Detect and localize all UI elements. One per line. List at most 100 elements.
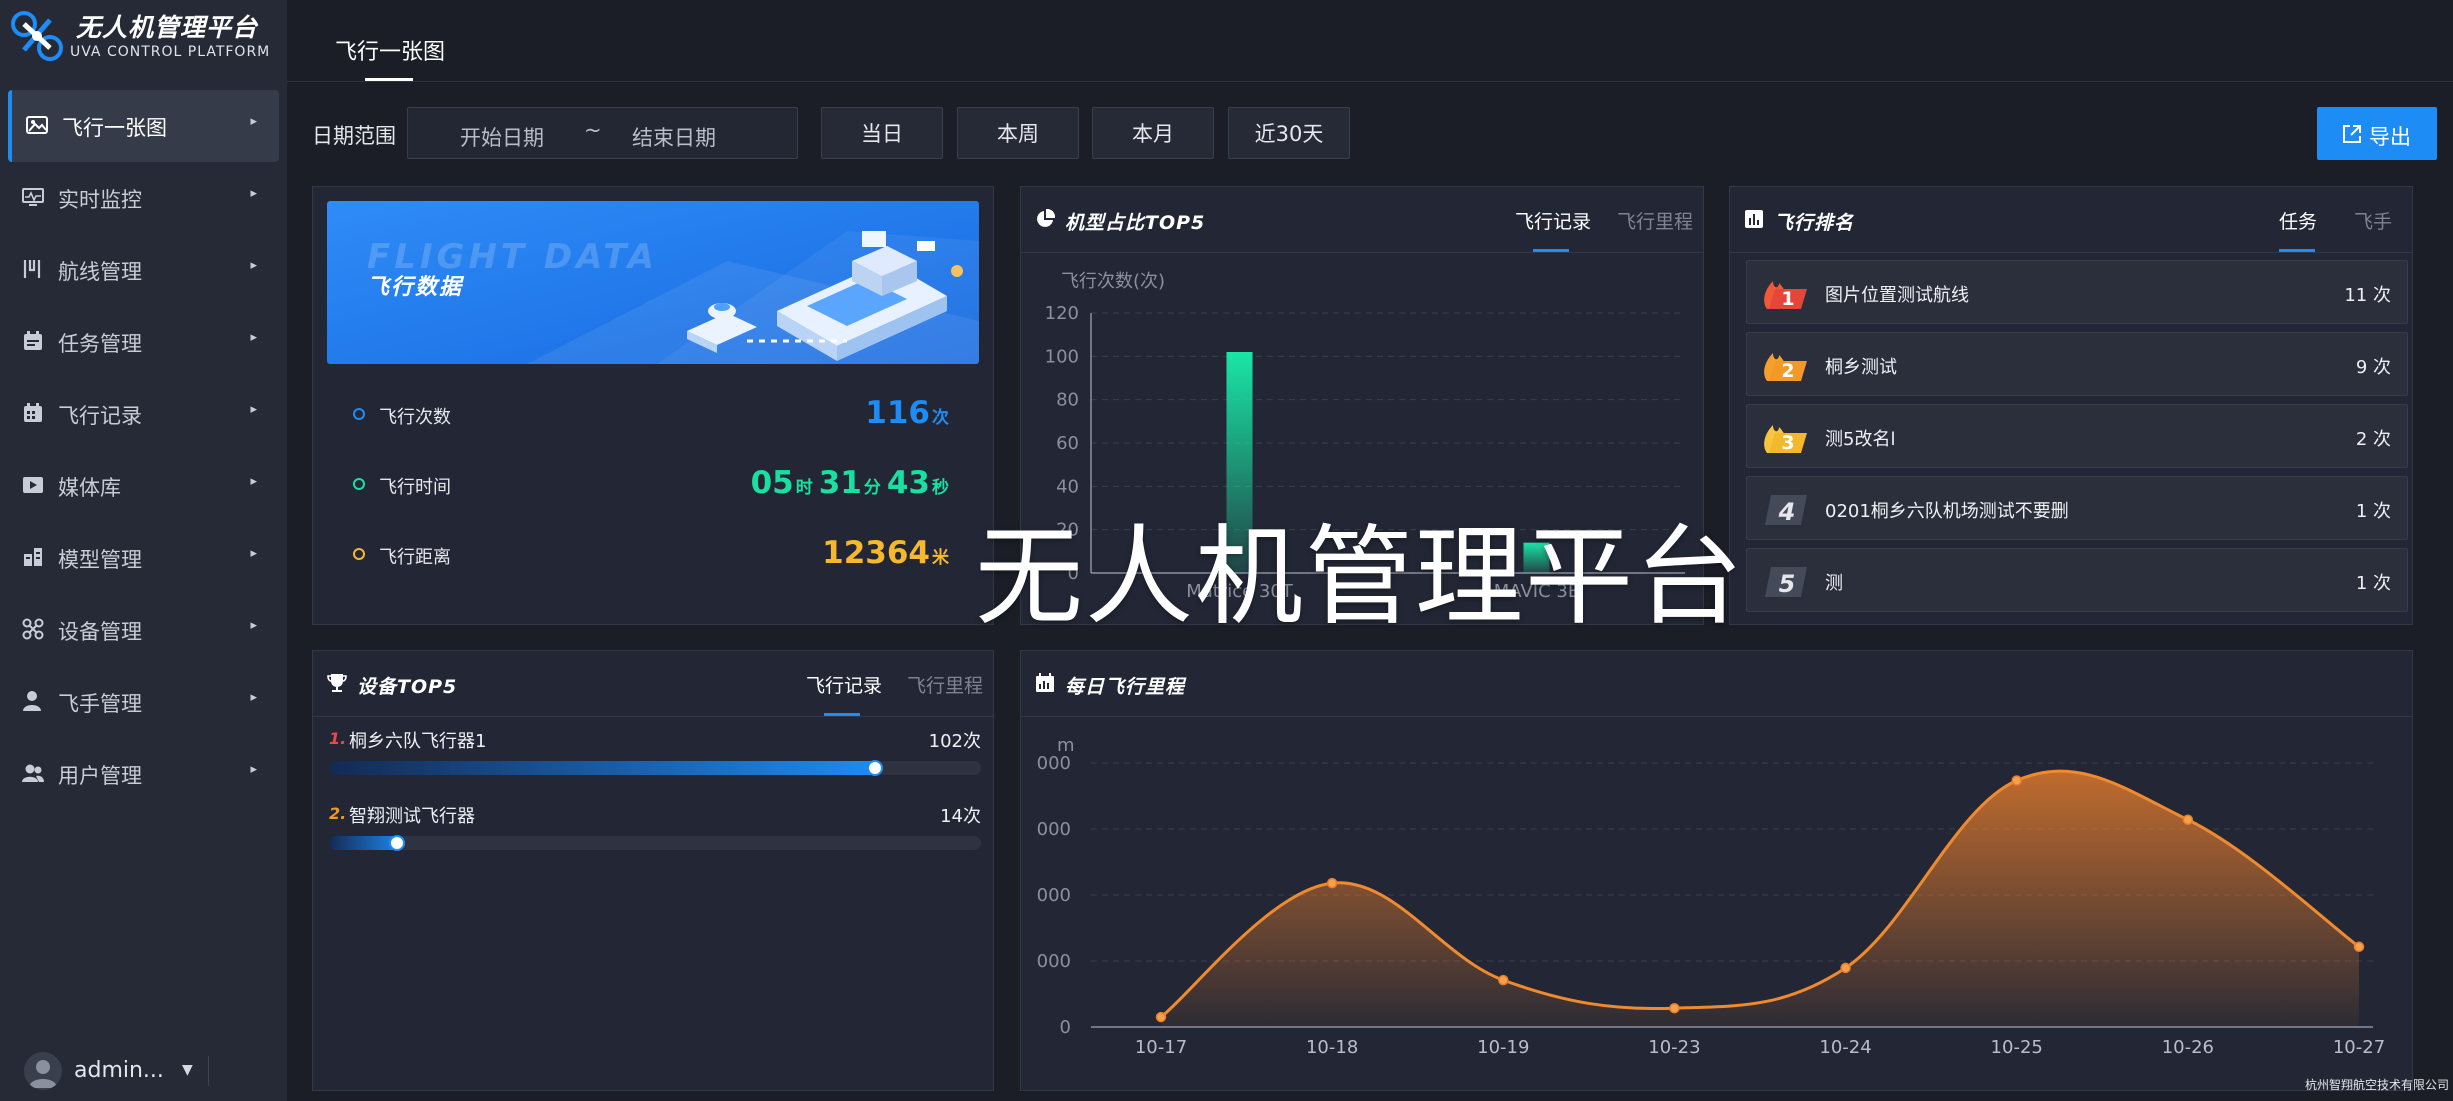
rank-row-3[interactable]: 3 测5改名l 2 次 — [1746, 404, 2408, 468]
sidebar-item-route-management[interactable]: 航线管理 ▸ — [0, 234, 287, 306]
sidebar-item-pilot-management[interactable]: 飞手管理 ▸ — [0, 666, 287, 738]
chevron-right-icon: ▸ — [250, 402, 257, 417]
chevron-right-icon: ▸ — [250, 258, 257, 273]
pilot-icon — [23, 691, 41, 711]
sidebar-item-realtime-monitor[interactable]: 实时监控 ▸ — [0, 162, 287, 234]
svg-text:2: 2 — [1781, 360, 1794, 382]
y-tick-label: 80 — [1056, 390, 1079, 411]
x-tick-label: 10-25 — [1991, 1037, 2043, 1058]
area-fill — [1161, 771, 2359, 1027]
user-avatar-icon — [29, 1060, 57, 1088]
x-tick-label: 10-18 — [1306, 1037, 1358, 1058]
x-tick-label: 10-17 — [1135, 1037, 1187, 1058]
chevron-right-icon: ▸ — [250, 474, 257, 489]
rank-count: 2 次 — [2355, 429, 2391, 450]
device-row-2[interactable]: 2. 智翔测试飞行器 14次 — [329, 798, 981, 858]
x-tick-label: 10-23 — [1648, 1037, 1700, 1058]
this-month-button[interactable]: 本月 — [1092, 107, 1214, 159]
end-date-input[interactable]: 结束日期 — [632, 122, 716, 152]
username[interactable]: admin... — [74, 1058, 164, 1083]
trophy-icon — [327, 674, 347, 692]
rank-1-flame-icon: 1 — [1764, 281, 1807, 310]
caret-down-icon[interactable]: ▼ — [182, 1062, 193, 1078]
data-point — [1840, 962, 1851, 974]
app-logo[interactable]: 无人机管理平台 UVA CONTROL PLATFORM — [10, 6, 280, 66]
monitor-icon — [22, 188, 44, 206]
y-tick-label: 000 — [1037, 885, 1071, 906]
sidebar-item-label: 用户管理 — [58, 764, 142, 788]
rank-row-1[interactable]: 1 图片位置测试航线 11 次 — [1746, 260, 2408, 324]
chevron-right-icon: ▸ — [250, 186, 257, 201]
rank-3-flame-icon: 3 — [1764, 425, 1807, 454]
tab-flight-records[interactable]: 飞行记录 — [1515, 207, 1591, 234]
device-progress-knob — [389, 835, 406, 851]
daily-mileage-panel: 每日飞行里程 m 0 000 000 000 000 10-17 10-18 10-19 10-2… — [1020, 650, 2413, 1091]
panel-header: 机型占比TOP5 飞行记录 飞行里程 — [1021, 187, 1703, 253]
chevron-right-icon: ▸ — [250, 762, 257, 777]
export-button[interactable]: 导出 — [2317, 107, 2437, 160]
data-point — [2011, 775, 2022, 786]
device-row-1[interactable]: 1. 桐乡六队飞行器1 102次 — [329, 723, 981, 783]
device-rank: 2. — [329, 804, 347, 823]
app-title-watermark: 无人机管理平台 — [974, 515, 1745, 640]
tab-active-indicator — [365, 78, 413, 81]
y-tick-label: 100 — [1045, 346, 1079, 367]
last-30-days-button[interactable]: 近30天 — [1228, 107, 1350, 159]
sidebar-item-user-management[interactable]: 用户管理 ▸ — [0, 738, 287, 810]
sidebar-item-label: 实时监控 — [58, 188, 142, 212]
user-menu[interactable]: admin... ▼ — [0, 1040, 287, 1100]
tab-task[interactable]: 任务 — [2279, 207, 2317, 234]
panel-title: 每日飞行里程 — [1065, 676, 1186, 698]
sidebar-item-flight-map[interactable]: 飞行一张图 ▸ — [8, 90, 279, 162]
panel-title: 机型占比TOP5 — [1065, 212, 1206, 234]
y-tick-label: 000 — [1037, 951, 1071, 972]
flight-count-label: 飞行次数 — [379, 407, 451, 428]
route-icon — [23, 260, 41, 278]
tab-flight-mileage[interactable]: 飞行里程 — [907, 671, 983, 698]
data-point — [2353, 941, 2365, 953]
pie-chart-icon — [1037, 209, 1055, 227]
start-date-input[interactable]: 开始日期 — [460, 122, 544, 152]
map-image-icon — [26, 116, 48, 134]
today-button[interactable]: 当日 — [821, 107, 943, 159]
rank-name: 测5改名l — [1825, 429, 1896, 450]
this-week-button[interactable]: 本周 — [957, 107, 1079, 159]
rank-row-2[interactable]: 2 桐乡测试 9 次 — [1746, 332, 2408, 396]
y-tick-label: 000 — [1037, 819, 1071, 840]
sidebar-item-label: 飞手管理 — [58, 692, 142, 716]
panel-header: 飞行排名 任务 飞手 — [1730, 187, 2412, 253]
data-point — [1669, 1002, 1680, 1014]
data-point — [1155, 1011, 1167, 1023]
tab-active-indicator — [2279, 249, 2315, 252]
sidebar-item-flight-records[interactable]: 飞行记录 ▸ — [0, 378, 287, 450]
calendar-chart-icon — [1036, 673, 1054, 692]
rank-name: 桐乡测试 — [1825, 357, 1897, 378]
device-progress-knob — [867, 760, 884, 776]
tab-flight-records[interactable]: 飞行记录 — [806, 671, 882, 698]
date-range-picker[interactable]: 开始日期 ~ 结束日期 — [407, 107, 798, 159]
data-point — [2182, 814, 2194, 826]
rank-2-flame-icon: 2 — [1764, 353, 1807, 382]
y-tick-label: 000 — [1037, 753, 1071, 774]
daily-mileage-area-chart: m000000000000010-17 10-18 10-19 10-23 10-24 1… — [1037, 735, 2386, 1058]
avatar[interactable] — [24, 1052, 62, 1090]
bar-chart-icon — [1745, 210, 1763, 228]
device-count: 14次 — [940, 806, 981, 827]
panel-header: 每日飞行里程 — [1021, 651, 2412, 717]
flight-count-value: 116 次 — [865, 395, 949, 431]
x-tick-label: 10-27 — [2333, 1037, 2385, 1058]
app-title: 无人机管理平台 — [76, 13, 259, 42]
tab-flight-mileage[interactable]: 飞行里程 — [1617, 207, 1693, 234]
page-tabs: 飞行一张图 — [287, 0, 2453, 82]
sidebar-item-task-management[interactable]: 任务管理 ▸ — [0, 306, 287, 378]
data-point — [1498, 974, 1509, 986]
sidebar-item-label: 航线管理 — [58, 260, 142, 284]
svg-text:1: 1 — [1781, 288, 1794, 310]
company-name: 杭州智翔航空技术有限公司 — [2304, 1078, 2449, 1092]
tab-pilot[interactable]: 飞手 — [2354, 207, 2392, 234]
device-progress-track — [329, 835, 981, 851]
rank-name: 图片位置测试航线 — [1825, 285, 1969, 306]
device-progress-track — [329, 760, 981, 776]
tab-flight-map[interactable]: 飞行一张图 — [335, 34, 445, 66]
panel-title: 设备TOP5 — [357, 676, 458, 698]
